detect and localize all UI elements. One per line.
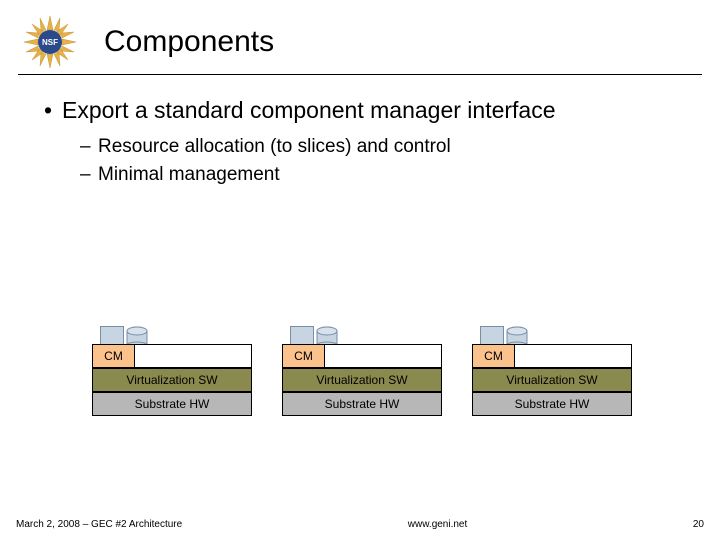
layer-cm: CM [472,344,632,368]
component-stack: CM Virtualization SW Substrate HW [92,344,252,416]
slide-header: NSF Components [0,0,720,74]
layer-virtualization: Virtualization SW [92,368,252,392]
nsf-logo-icon: NSF [14,14,86,70]
slide-footer: March 2, 2008 – GEC #2 Architecture www.… [0,519,720,530]
layer-virtualization: Virtualization SW [472,368,632,392]
layer-cm: CM [92,344,252,368]
footer-page-number: 20 [693,519,704,530]
component-diagram: CM Virtualization SW Substrate HW CM Vir… [92,344,632,416]
bullet-level2: Resource allocation (to slices) and cont… [80,136,690,158]
bullet-level2: Minimal management [80,164,690,186]
component-stack: CM Virtualization SW Substrate HW [282,344,442,416]
slide-body: Export a standard component manager inte… [0,75,720,186]
layer-substrate: Substrate HW [282,392,442,416]
layer-virtualization: Virtualization SW [282,368,442,392]
cm-label: CM [93,345,135,367]
layer-substrate: Substrate HW [472,392,632,416]
component-stack: CM Virtualization SW Substrate HW [472,344,632,416]
slide-title: Components [104,25,274,59]
cm-label: CM [473,345,515,367]
bullet-level1: Export a standard component manager inte… [44,97,690,124]
footer-url: www.geni.net [182,519,693,530]
layer-cm: CM [282,344,442,368]
cm-label: CM [283,345,325,367]
layer-substrate: Substrate HW [92,392,252,416]
footer-date: March 2, 2008 – GEC #2 Architecture [16,519,182,530]
nsf-logo-text: NSF [42,38,58,47]
